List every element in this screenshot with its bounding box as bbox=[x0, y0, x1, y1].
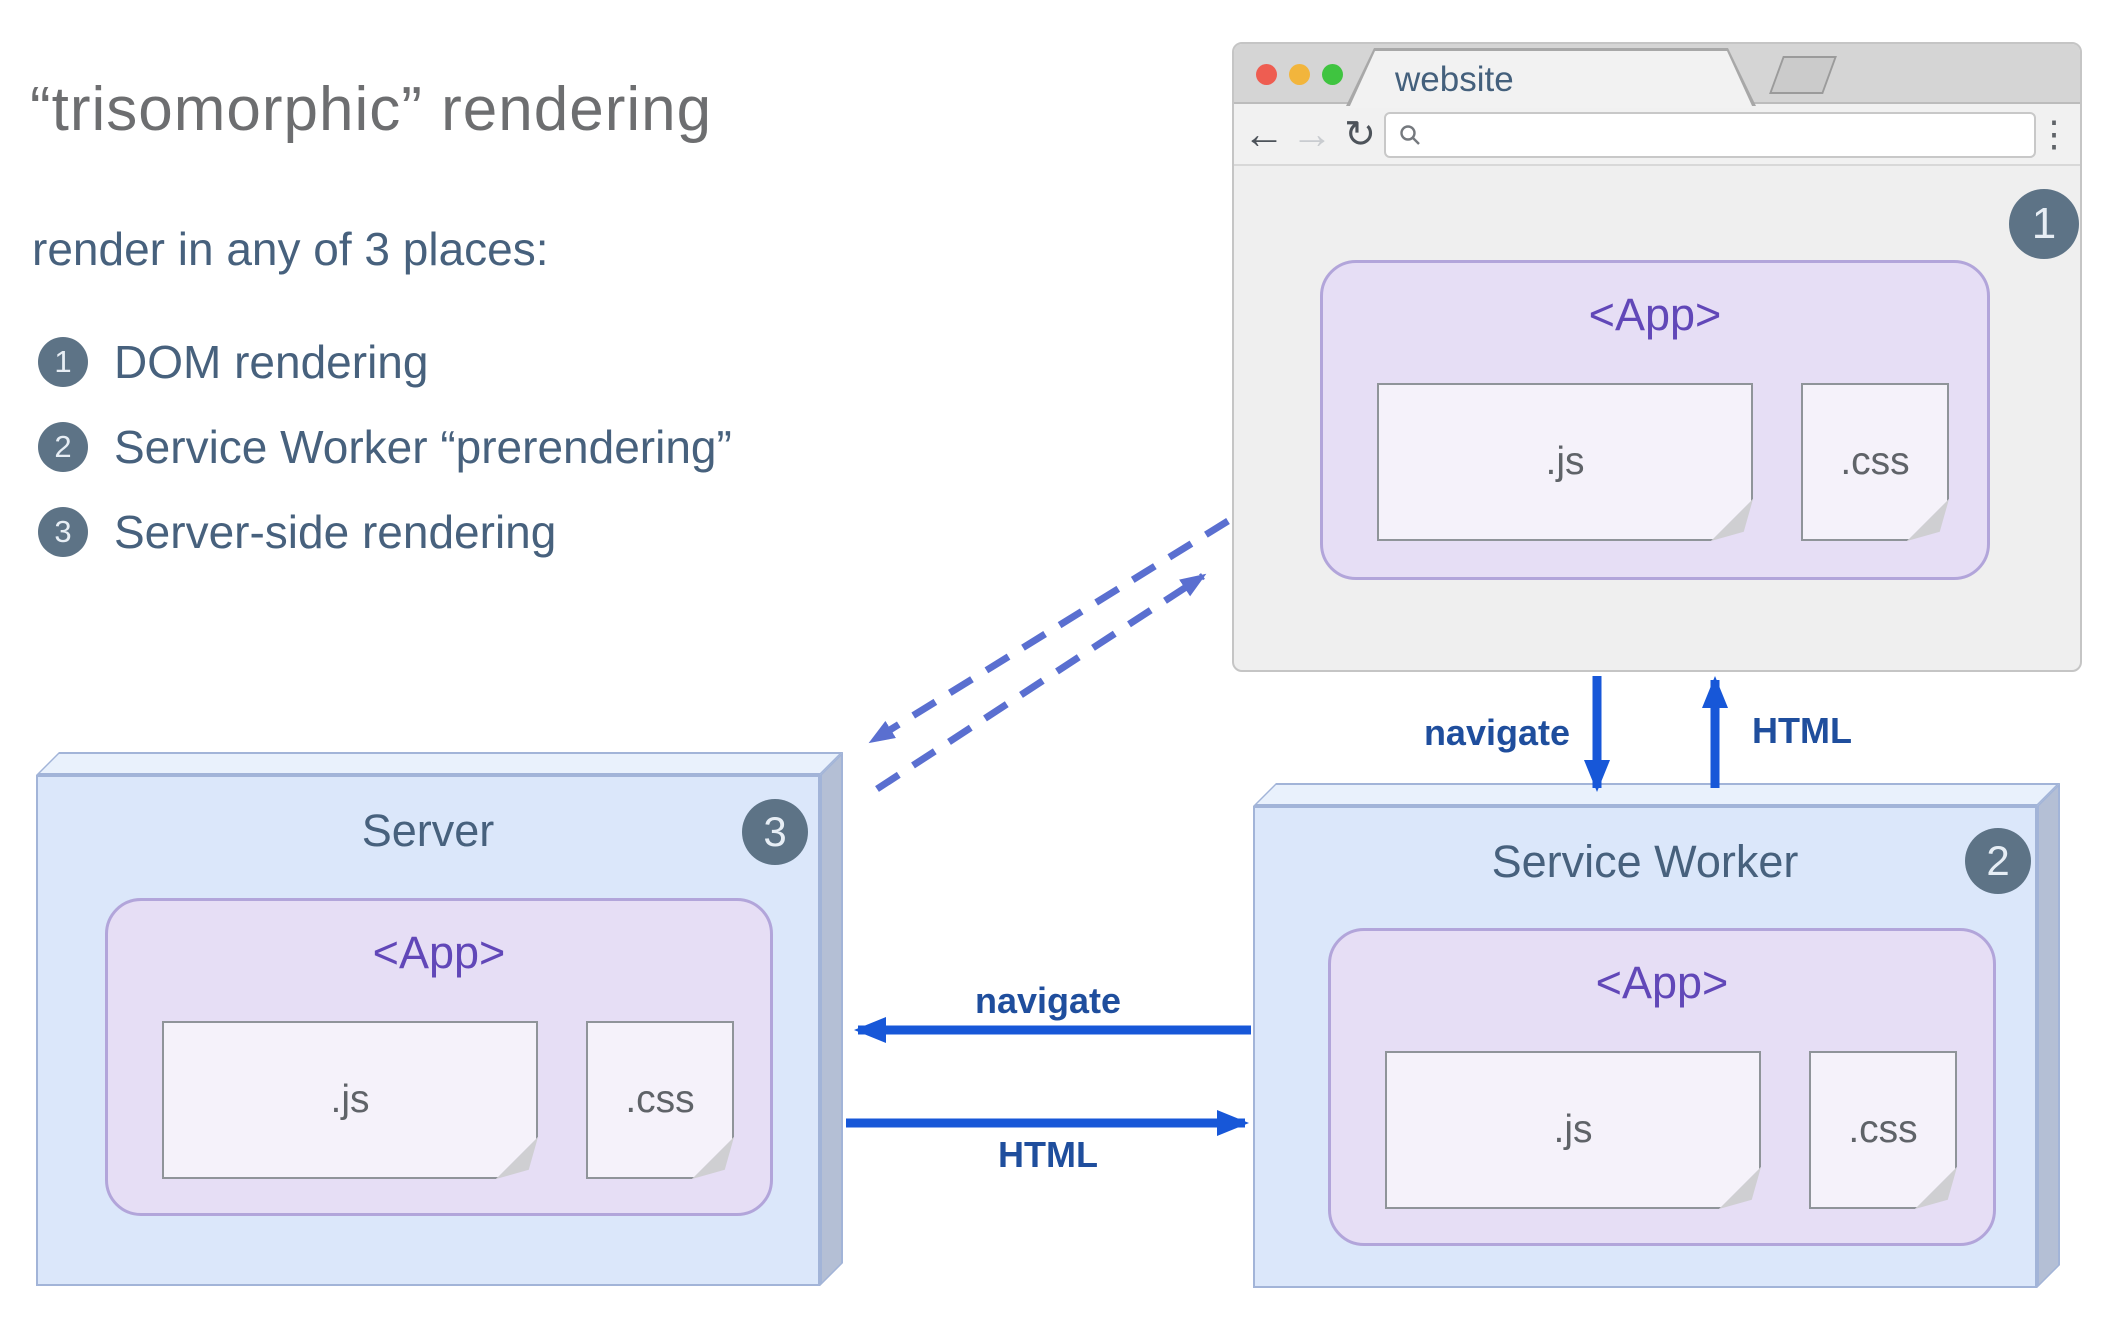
browser-tab-strip: website bbox=[1234, 44, 2080, 104]
css-file-label: .css bbox=[625, 1078, 695, 1121]
page-fold bbox=[1915, 1167, 1957, 1209]
new-tab-button[interactable] bbox=[1769, 56, 1837, 94]
service-worker-title: Service Worker bbox=[1491, 836, 1799, 887]
html-up-label: HTML bbox=[1752, 710, 1852, 751]
js-file-label: .js bbox=[1545, 440, 1585, 483]
css-file-icon: .css bbox=[1809, 1051, 1957, 1209]
list-number-badge: 2 bbox=[38, 422, 88, 472]
sw-box-top-face bbox=[1253, 783, 2060, 806]
tab-title: website bbox=[1395, 59, 1514, 99]
server-node: Server 3 <App> .js .css bbox=[36, 752, 843, 1286]
list-item-label: Server-side rendering bbox=[114, 506, 557, 558]
window-minimize-dot[interactable] bbox=[1289, 64, 1310, 85]
search-icon bbox=[1400, 125, 1420, 145]
page-fold bbox=[496, 1137, 538, 1179]
css-file-icon: .css bbox=[1801, 383, 1949, 541]
app-component-label: <App> bbox=[1595, 957, 1729, 1008]
forward-icon: → bbox=[1291, 110, 1333, 157]
render-places-list: 1 DOM rendering 2 Service Worker “preren… bbox=[38, 336, 732, 591]
sw-app-box: <App> .js .css bbox=[1328, 928, 1996, 1246]
server-box-side-face bbox=[820, 752, 843, 1286]
dashed-arrow-to-server bbox=[868, 518, 1230, 744]
sw-box-side-face bbox=[2037, 783, 2060, 1288]
server-app-box: <App> .js .css bbox=[105, 898, 773, 1216]
navigate-down-label: navigate bbox=[1423, 712, 1570, 753]
list-item: 2 Service Worker “prerendering” bbox=[38, 421, 732, 473]
css-file-label: .css bbox=[1840, 440, 1910, 483]
page-title: “trisomorphic” rendering bbox=[30, 75, 713, 144]
page-fold bbox=[1907, 499, 1949, 541]
js-file-label: .js bbox=[1553, 1108, 1593, 1151]
js-file-icon: .js bbox=[1377, 383, 1753, 541]
list-item-label: DOM rendering bbox=[114, 336, 429, 388]
window-maximize-dot[interactable] bbox=[1322, 64, 1343, 85]
navigate-left-label: navigate bbox=[974, 980, 1122, 1021]
list-number-badge: 3 bbox=[38, 507, 88, 557]
html-right-label: HTML bbox=[998, 1134, 1098, 1175]
window-close-dot[interactable] bbox=[1256, 64, 1277, 85]
service-worker-node: Service Worker 2 <App> .js .css bbox=[1253, 783, 2060, 1288]
step-badge-3: 3 bbox=[742, 799, 808, 865]
server-title: Server bbox=[361, 805, 495, 856]
browser-app-box: <App> .js .css bbox=[1320, 260, 1990, 580]
menu-dots-icon[interactable]: ⋮ bbox=[2034, 104, 2074, 164]
list-item-label: Service Worker “prerendering” bbox=[114, 421, 732, 473]
css-file-label: .css bbox=[1848, 1108, 1918, 1151]
page-subtitle: render in any of 3 places: bbox=[32, 223, 549, 275]
url-bar[interactable] bbox=[1384, 112, 2036, 158]
app-component-label: <App> bbox=[1588, 289, 1722, 340]
browser-window: website ← → ↻ ⋮ 1 <App> .js .css bbox=[1232, 42, 2082, 672]
list-number-badge: 1 bbox=[38, 337, 88, 387]
page-fold bbox=[1719, 1167, 1761, 1209]
browser-toolbar: ← → ↻ ⋮ bbox=[1234, 104, 2080, 166]
list-item: 3 Server-side rendering bbox=[38, 506, 732, 558]
js-file-icon: .js bbox=[1385, 1051, 1761, 1209]
reload-icon[interactable]: ↻ bbox=[1338, 104, 1382, 164]
app-component-label: <App> bbox=[372, 927, 506, 978]
step-badge-1: 1 bbox=[2009, 189, 2079, 259]
js-file-label: .js bbox=[330, 1078, 370, 1121]
css-file-icon: .css bbox=[586, 1021, 734, 1179]
browser-tab[interactable]: website bbox=[1349, 51, 1753, 108]
step-badge-2: 2 bbox=[1965, 828, 2031, 894]
dashed-arrow-to-browser bbox=[875, 573, 1207, 792]
page-fold bbox=[692, 1137, 734, 1179]
list-item: 1 DOM rendering bbox=[38, 336, 732, 388]
server-box-top-face bbox=[36, 752, 843, 775]
js-file-icon: .js bbox=[162, 1021, 538, 1179]
back-icon[interactable]: ← bbox=[1242, 104, 1286, 164]
page-fold bbox=[1711, 499, 1753, 541]
trisomorphic-rendering-diagram: “trisomorphic” rendering render in any o… bbox=[0, 0, 2108, 1328]
